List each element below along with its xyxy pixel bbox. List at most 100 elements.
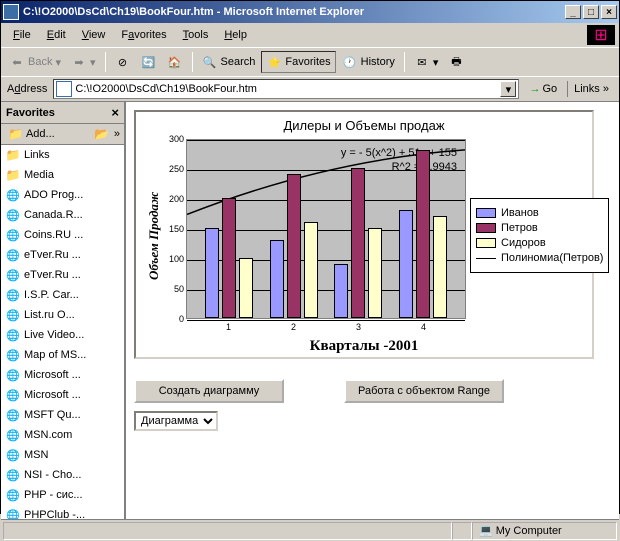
favorite-label: Coins.RU ...	[24, 229, 83, 241]
favorite-label: Microsoft ...	[24, 369, 81, 381]
favorites-list[interactable]: Links MediaADO Prog... Canada.R... Coins.RU…	[1, 145, 124, 519]
menu-view[interactable]: View	[74, 27, 114, 43]
favorite-item[interactable]: ADO Prog...	[1, 185, 124, 205]
history-button[interactable]: 🕐History	[338, 52, 399, 72]
favorite-label: Map of MS...	[24, 349, 86, 361]
forward-arrow-icon: ➡	[71, 54, 87, 70]
favorite-item[interactable]: Canada.R...	[1, 205, 124, 225]
menu-file[interactable]: FFileile	[5, 27, 39, 43]
menu-help[interactable]: Help	[216, 27, 255, 43]
home-icon: 🏠	[167, 54, 183, 70]
page-icon	[5, 507, 21, 519]
legend-swatch-icon	[476, 238, 496, 248]
favorite-item[interactable]: NSI - Cho...	[1, 465, 124, 485]
favorite-item[interactable]: Map of MS...	[1, 345, 124, 365]
go-button[interactable]: Go	[523, 81, 563, 97]
page-icon	[5, 307, 21, 323]
page-icon	[56, 81, 72, 97]
refresh-button[interactable]: 🔄	[137, 52, 161, 72]
page-icon	[5, 407, 21, 423]
search-icon: 🔍	[202, 54, 218, 70]
y-tick: 100	[169, 254, 184, 264]
page-icon	[5, 287, 21, 303]
page-icon	[5, 487, 21, 503]
address-input[interactable]	[75, 83, 500, 95]
mail-button[interactable]: ✉▾	[410, 52, 443, 72]
favorite-label: Links	[24, 149, 50, 161]
favorite-item[interactable]: eTver.Ru ...	[1, 265, 124, 285]
chart-type-select[interactable]: Диаграмма	[134, 411, 218, 431]
page-icon	[5, 367, 21, 383]
favorite-item[interactable]: MSN.com	[1, 425, 124, 445]
favorite-item[interactable]: PHPClub -...	[1, 505, 124, 519]
favorite-item[interactable]: Coins.RU ...	[1, 225, 124, 245]
favorite-item[interactable]: MSFT Qu...	[1, 405, 124, 425]
favorite-item[interactable]: Links	[1, 145, 124, 165]
favorites-button[interactable]: ⭐Favorites	[261, 51, 335, 73]
favorite-label: eTver.Ru ...	[24, 249, 81, 261]
favorite-item[interactable]: MSN	[1, 445, 124, 465]
chart-bar	[239, 258, 253, 318]
address-label: Address	[5, 83, 49, 95]
favorite-label: I.S.P. Car...	[24, 289, 79, 301]
close-button[interactable]: ×	[601, 5, 617, 19]
page-icon	[5, 207, 21, 223]
favorite-item[interactable]: List.ru О...	[1, 305, 124, 325]
title-bar: C:\!O2000\DsCd\Ch19\BookFour.htm - Micro…	[1, 1, 619, 23]
menu-bar: FFileile Edit View Favorites Tools Help	[1, 23, 619, 47]
sidebar-close-button[interactable]: ×	[111, 105, 119, 120]
search-button[interactable]: 🔍Search	[198, 52, 260, 72]
favorite-item[interactable]: Microsoft ...	[1, 385, 124, 405]
print-button[interactable]: 🖶	[444, 52, 468, 72]
favorite-item[interactable]: PHP - сис...	[1, 485, 124, 505]
back-arrow-icon: ⬅	[9, 54, 25, 70]
favorite-label: NSI - Cho...	[24, 469, 81, 481]
favorite-item[interactable]: Media	[1, 165, 124, 185]
add-favorite-button[interactable]: Add...	[5, 126, 58, 142]
legend-swatch-icon	[476, 223, 496, 233]
status-zone-pane: My Computer	[472, 522, 617, 540]
page-icon	[5, 347, 21, 363]
organize-button[interactable]	[94, 126, 110, 142]
range-object-button[interactable]: Работа с объектом Range	[344, 379, 504, 403]
y-tick: 300	[169, 134, 184, 144]
menu-favorites[interactable]: Favorites	[113, 27, 174, 43]
favorite-label: PHP - сис...	[24, 489, 83, 501]
chart-bar	[270, 240, 284, 318]
legend-label: Полиномиа(Петров)	[501, 252, 603, 264]
page-icon	[5, 387, 21, 403]
chart-bar	[222, 198, 236, 318]
y-tick: 150	[169, 224, 184, 234]
favorite-label: Canada.R...	[24, 209, 83, 221]
legend-swatch-icon	[476, 208, 496, 218]
y-tick: 200	[169, 194, 184, 204]
forward-button[interactable]: ➡▾	[67, 52, 100, 72]
favorite-item[interactable]: eTver.Ru ...	[1, 245, 124, 265]
address-dropdown-button[interactable]: ▾	[500, 81, 516, 97]
create-chart-button[interactable]: Создать диаграмму	[134, 379, 284, 403]
menu-tools[interactable]: Tools	[175, 27, 217, 43]
favorite-label: List.ru О...	[24, 309, 75, 321]
favorite-item[interactable]: I.S.P. Car...	[1, 285, 124, 305]
folder-icon	[5, 167, 21, 183]
favorite-label: PHPClub -...	[24, 509, 85, 519]
stop-button[interactable]: ⊘	[111, 52, 135, 72]
address-bar: Address ▾ Go Links »	[1, 76, 619, 101]
stop-icon: ⊘	[115, 54, 131, 70]
page-icon	[5, 447, 21, 463]
toolbar: ⬅Back ▾ ➡▾ ⊘ 🔄 🏠 🔍Search ⭐Favorites 🕐His…	[1, 47, 619, 76]
mail-icon: ✉	[414, 54, 430, 70]
links-button[interactable]: Links »	[567, 81, 615, 97]
home-button[interactable]: 🏠	[163, 52, 187, 72]
chart-bar	[416, 150, 430, 318]
maximize-button[interactable]: □	[583, 5, 599, 19]
ie-icon	[3, 4, 19, 20]
history-icon: 🕐	[342, 54, 358, 70]
legend-label: Сидоров	[501, 237, 546, 249]
minimize-button[interactable]: _	[565, 5, 581, 19]
favorite-item[interactable]: Microsoft ...	[1, 365, 124, 385]
back-button[interactable]: ⬅Back ▾	[5, 52, 65, 72]
favorite-item[interactable]: Live Video...	[1, 325, 124, 345]
menu-edit[interactable]: Edit	[39, 27, 74, 43]
chart-plot-area: y = - 5(x^2) + 51x + 155 R^2 = 0.9943	[186, 139, 466, 319]
